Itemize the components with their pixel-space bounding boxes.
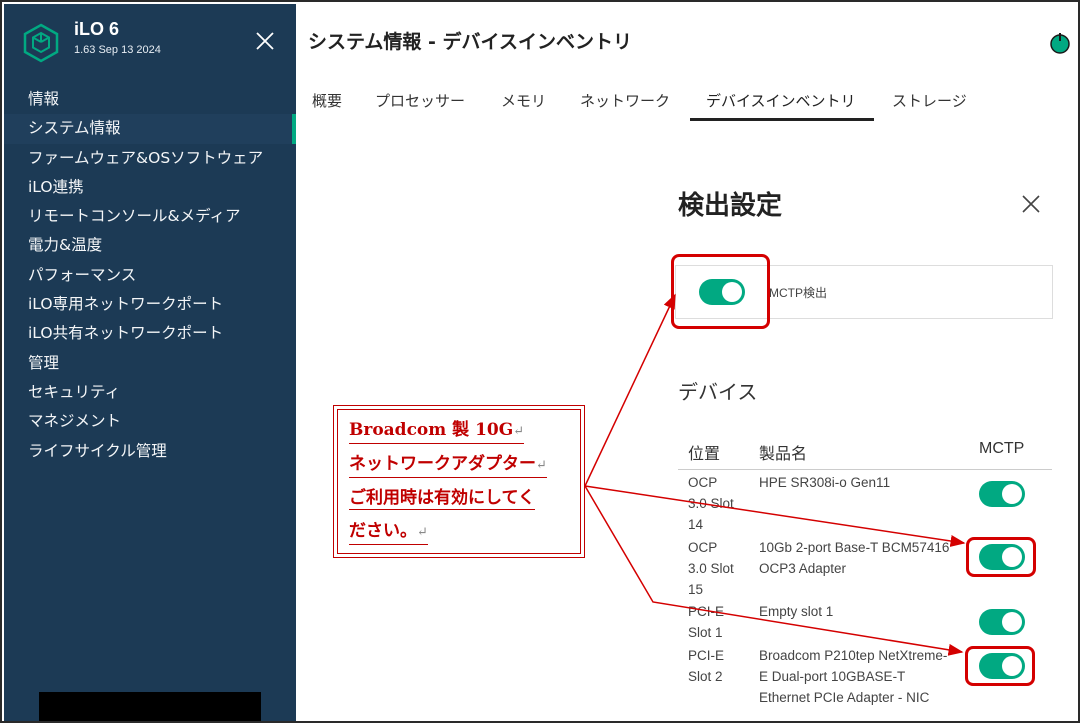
page-title: システム情報 - デバイスインベントリ: [308, 31, 632, 53]
callout-line-2: ネットワークアダプター↵: [349, 453, 547, 478]
callout-line-1: Broadcom 製 10G↵: [349, 419, 525, 444]
column-header-location: 位置: [688, 444, 721, 463]
sidebar: iLO 6 1.63 Sep 13 2024 情報 システム情報 ファームウェア…: [4, 4, 296, 721]
tab-device-inventory[interactable]: デバイスインベントリ: [706, 90, 856, 111]
sidebar-item-security[interactable]: セキュリティ: [4, 378, 296, 407]
tab-network[interactable]: ネットワーク: [580, 90, 670, 111]
table-row-product: HPE SR308i-o Gen11: [759, 475, 891, 490]
app-title: iLO 6: [74, 19, 120, 39]
table-row-product: Empty slot 1: [759, 604, 834, 619]
table-row-product: Broadcom P210tep NetXtreme- E Dual-port …: [759, 648, 948, 705]
highlight-toggle-slot2: [965, 646, 1035, 686]
table-row-location: PCI-E Slot 2: [688, 648, 725, 684]
sidebar-close-icon[interactable]: [254, 30, 276, 52]
screenshot-frame: iLO 6 1.63 Sep 13 2024 情報 システム情報 ファームウェア…: [0, 0, 1080, 723]
sidebar-item-system-info[interactable]: システム情報: [4, 114, 296, 144]
arrow-to-slot15-toggle: [584, 485, 966, 547]
tab-memory[interactable]: メモリ: [501, 90, 546, 111]
sidebar-item-administration[interactable]: 管理: [4, 349, 296, 378]
mctp-toggle-ocp-slot14[interactable]: [979, 481, 1025, 507]
sidebar-item-performance[interactable]: パフォーマンス: [4, 261, 296, 290]
dialog-close-icon[interactable]: [1021, 194, 1041, 214]
table-row-product: 10Gb 2-port Base-T BCM57416 OCP3 Adapter: [759, 540, 950, 576]
sidebar-item-firmware[interactable]: ファームウェア&OSソフトウェア: [4, 144, 296, 173]
column-header-product: 製品名: [759, 444, 808, 463]
sidebar-item-management[interactable]: マネジメント: [4, 407, 296, 436]
tab-storage[interactable]: ストレージ: [892, 90, 967, 111]
callout-line-4: ださい。↵: [349, 520, 428, 545]
sidebar-item-shared-network[interactable]: iLO共有ネットワークポート: [4, 319, 296, 348]
table-row-location: PCI-E Slot 1: [688, 604, 725, 640]
table-row-location: OCP 3.0 Slot 15: [688, 540, 734, 597]
highlight-toggle-slot15: [966, 537, 1036, 577]
dialog-title: 検出設定: [678, 191, 783, 221]
sidebar-item-ilo-federation[interactable]: iLO連携: [4, 173, 296, 202]
sidebar-item-info[interactable]: 情報: [4, 85, 296, 114]
sidebar-item-power-thermal[interactable]: 電力&温度: [4, 231, 296, 260]
sidebar-item-dedicated-network[interactable]: iLO専用ネットワークポート: [4, 290, 296, 319]
callout-line-3: ご利用時は有効にしてく: [349, 488, 535, 510]
sidebar-item-lifecycle[interactable]: ライフサイクル管理: [4, 437, 296, 466]
devices-section-title: デバイス: [678, 380, 758, 404]
annotation-callout: Broadcom 製 10G↵ ネットワークアダプター↵ ご利用時は有効にしてく…: [333, 405, 585, 558]
active-tab-indicator: [690, 118, 874, 121]
mctp-toggle-pcie-slot1[interactable]: [979, 609, 1025, 635]
mctp-discovery-label: MCTP検出: [769, 286, 827, 300]
ilo-logo-icon: [21, 23, 61, 63]
arrow-to-mctp-discovery: [584, 293, 676, 487]
tab-bar: 概要 プロセッサー メモリ ネットワーク デバイスインベントリ ストレージ: [300, 82, 1060, 122]
table-row-location: OCP 3.0 Slot 14: [688, 475, 734, 532]
tab-overview[interactable]: 概要: [312, 90, 342, 111]
redaction-block: [39, 692, 261, 721]
sidebar-item-remote-console[interactable]: リモートコンソール&メディア: [4, 202, 296, 231]
highlight-mctp-discovery: [671, 254, 770, 329]
column-header-mctp: MCTP: [979, 440, 1025, 457]
app-version: 1.63 Sep 13 2024: [74, 44, 161, 56]
tab-processors[interactable]: プロセッサー: [375, 90, 465, 111]
power-status-icon[interactable]: [1049, 32, 1071, 54]
sidebar-nav: 情報 システム情報 ファームウェア&OSソフトウェア iLO連携 リモートコンソ…: [4, 85, 296, 466]
header-divider: [678, 469, 1052, 470]
